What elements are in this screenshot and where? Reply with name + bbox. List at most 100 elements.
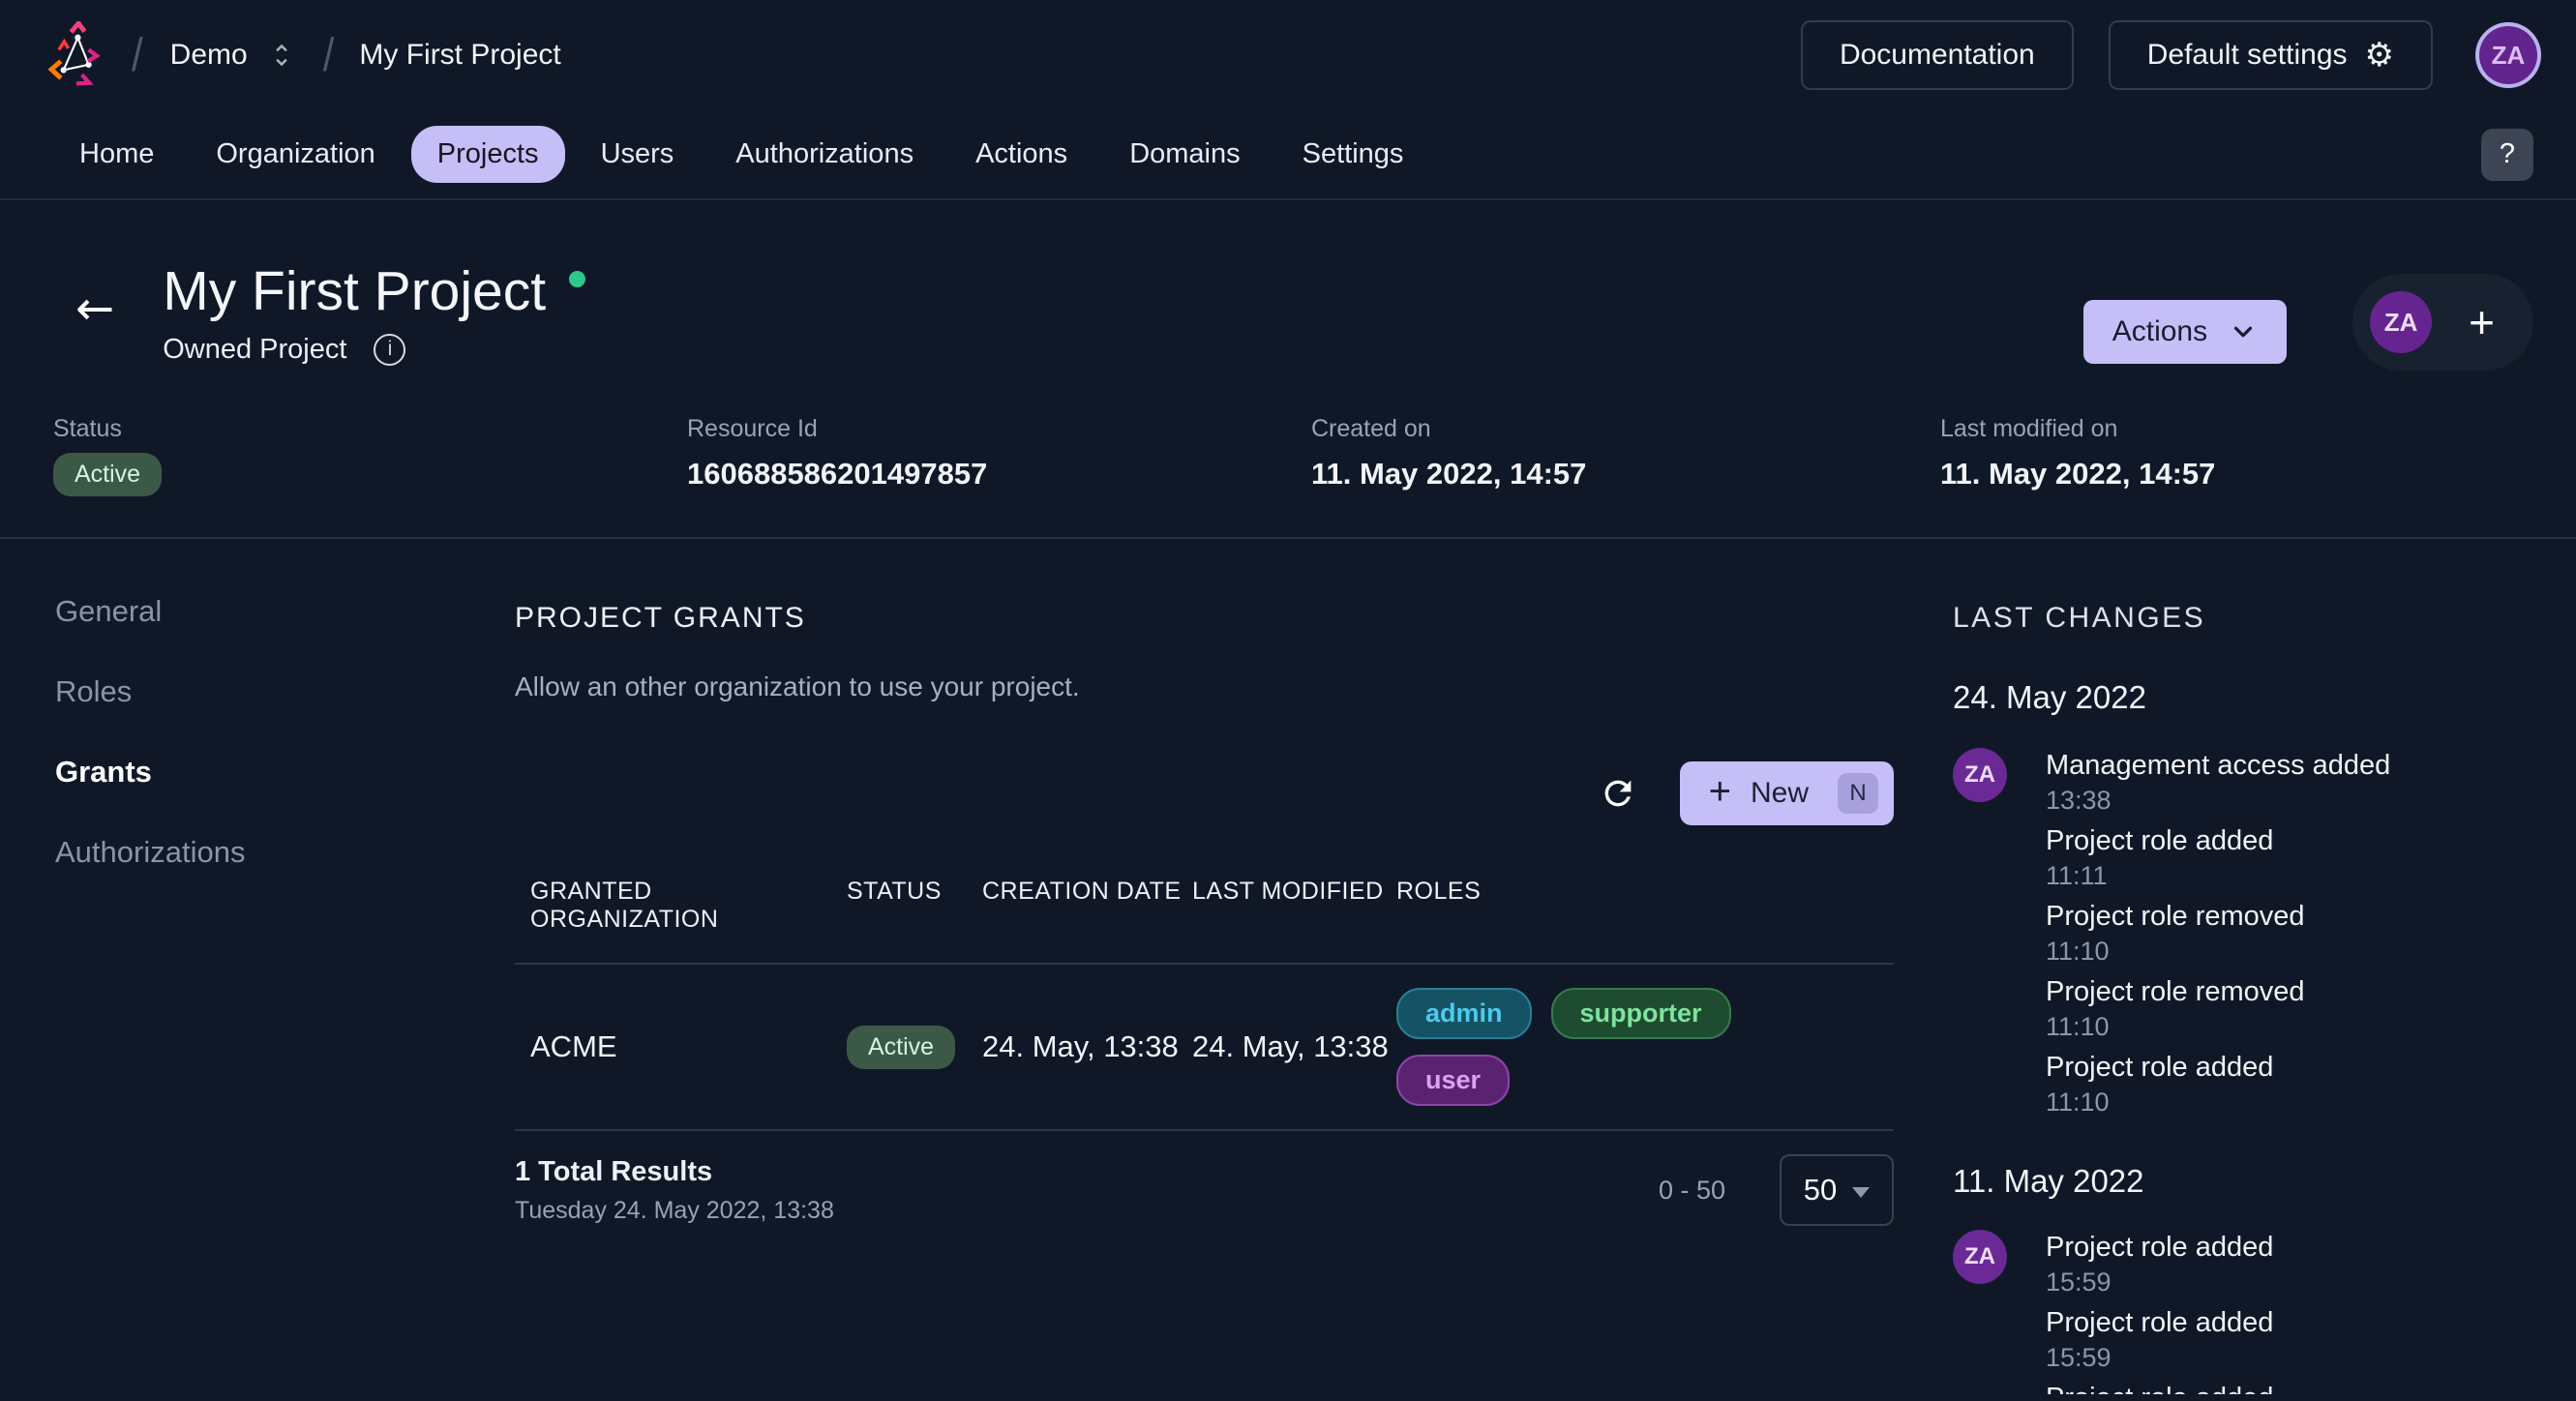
change-entry: Project role removed 11:10 [2046, 899, 2533, 967]
change-group-date: 24. May 2022 [1953, 678, 2533, 717]
grants-toolbar: + New N [515, 761, 1894, 825]
tab-users[interactable]: Users [575, 126, 701, 183]
tab-domains[interactable]: Domains [1103, 126, 1266, 183]
project-members-group: ZA + [2352, 274, 2533, 371]
sidenav-item-authorizations[interactable]: Authorizations [55, 834, 245, 871]
cell-roles: admin supporter user [1396, 988, 1812, 1106]
table-footer: 1 Total Results Tuesday 24. May 2022, 13… [515, 1154, 1894, 1226]
change-entry: Management access added 13:38 [2046, 748, 2533, 816]
topbar-actions: Documentation Default settings ⚙ ZA [1801, 20, 2537, 90]
table-header: GRANTED ORGANIZATION STATUS CREATION DAT… [515, 860, 1894, 965]
actions-dropdown-button[interactable]: Actions [2083, 300, 2287, 364]
col-roles: ROLES [1396, 878, 1894, 934]
refresh-button[interactable] [1599, 774, 1637, 813]
tab-settings[interactable]: Settings [1276, 126, 1430, 183]
change-entry: Project role removed 11:10 [2046, 974, 2533, 1042]
page-size-select[interactable]: 50 [1780, 1154, 1894, 1226]
results-timestamp: Tuesday 24. May 2022, 13:38 [515, 1197, 834, 1225]
grants-heading: PROJECT GRANTS [515, 601, 1894, 636]
caret-down-icon [1852, 1187, 1870, 1198]
plus-icon: + [1709, 770, 1731, 814]
tab-home[interactable]: Home [53, 126, 180, 183]
change-group: ZA Management access added 13:38 Project… [1953, 748, 2533, 1125]
title-block: My First Project Owned Project i [163, 260, 585, 366]
grants-table: GRANTED ORGANIZATION STATUS CREATION DAT… [515, 860, 1894, 1131]
page-subtitle: Owned Project [163, 334, 346, 366]
status-label: Status [53, 415, 687, 443]
sidenav-item-grants[interactable]: Grants [55, 754, 245, 790]
change-entry: Project role added 15:59 [2046, 1305, 2533, 1373]
zitadel-logo[interactable] [43, 21, 110, 89]
main-nav: Home Organization Projects Users Authori… [0, 110, 2576, 200]
modified-value: 11. May 2022, 14:57 [1940, 457, 2533, 492]
change-group: ZA Project role added 15:59 Project role… [1953, 1230, 2533, 1394]
cell-creation-date: 24. May, 13:38 [982, 1029, 1192, 1064]
total-results: 1 Total Results [515, 1156, 834, 1188]
documentation-button[interactable]: Documentation [1801, 20, 2074, 90]
tab-organization[interactable]: Organization [190, 126, 401, 183]
member-avatar[interactable]: ZA [2370, 291, 2432, 353]
back-button[interactable]: ← [75, 285, 114, 332]
org-name: Demo [170, 39, 248, 72]
status-badge: Active [53, 453, 162, 496]
active-status-dot [569, 271, 585, 287]
sidenav-item-general[interactable]: General [55, 593, 245, 630]
content-area: General Roles Grants Authorizations PROJ… [0, 539, 2576, 1394]
unfold-more-icon [267, 41, 296, 70]
last-changes-panel: LAST CHANGES 24. May 2022 ZA Management … [1953, 601, 2533, 1394]
cell-last-modified: 24. May, 13:38 [1192, 1029, 1396, 1064]
col-last-modified: LAST MODIFIED [1192, 878, 1396, 934]
status-badge: Active [847, 1026, 955, 1069]
plus-icon: + [2469, 297, 2495, 347]
resource-id-value: 160688586201497857 [687, 457, 1311, 492]
top-header: / Demo / My First Project Documentation … [0, 0, 2576, 110]
org-switcher[interactable]: Demo [165, 39, 302, 72]
gear-icon: ⚙ [2365, 39, 2394, 72]
keyboard-shortcut-badge: N [1838, 773, 1878, 814]
page-title: My First Project [163, 260, 585, 324]
user-avatar[interactable]: ZA [2479, 26, 2537, 84]
avatar: ZA [1953, 748, 2007, 802]
tab-projects[interactable]: Projects [411, 126, 565, 183]
col-status: STATUS [847, 878, 982, 934]
avatar: ZA [1953, 1230, 2007, 1284]
sidenav-item-roles[interactable]: Roles [55, 673, 245, 710]
col-granted-organization: GRANTED ORGANIZATION [530, 878, 847, 934]
meta-resource-id: Resource Id 160688586201497857 [687, 415, 1311, 496]
meta-modified: Last modified on 11. May 2022, 14:57 [1940, 415, 2533, 496]
project-meta: Status Active Resource Id 16068858620149… [0, 371, 2576, 537]
change-entry: Project role added 11:11 [2046, 823, 2533, 891]
cell-organization: ACME [530, 1029, 847, 1064]
tab-actions[interactable]: Actions [949, 126, 1093, 183]
meta-created: Created on 11. May 2022, 14:57 [1311, 415, 1940, 496]
grants-description: Allow an other organization to use your … [515, 671, 1894, 703]
breadcrumb-project[interactable]: My First Project [359, 39, 560, 72]
default-settings-button[interactable]: Default settings ⚙ [2109, 20, 2433, 90]
help-button[interactable]: ? [2481, 129, 2533, 181]
last-changes-heading: LAST CHANGES [1953, 601, 2533, 636]
grants-section: PROJECT GRANTS Allow an other organizati… [515, 601, 1894, 1226]
role-chip-user: user [1396, 1055, 1510, 1106]
change-entry: Project role added [2046, 1381, 2533, 1394]
page-header: ← My First Project Owned Project i Actio… [0, 200, 2576, 371]
col-creation-date: CREATION DATE [982, 878, 1192, 934]
refresh-icon [1599, 774, 1637, 813]
created-value: 11. May 2022, 14:57 [1311, 457, 1940, 492]
add-member-button[interactable]: + [2469, 300, 2495, 344]
role-chip-admin: admin [1396, 988, 1532, 1039]
chevron-down-icon [2229, 317, 2258, 346]
pagination-range: 0 - 50 [1659, 1176, 1725, 1206]
change-entry: Project role added 15:59 [2046, 1230, 2533, 1297]
role-chip-supporter: supporter [1551, 988, 1731, 1039]
breadcrumb-separator: / [132, 28, 143, 81]
breadcrumb-separator: / [323, 28, 335, 81]
tab-authorizations[interactable]: Authorizations [709, 126, 940, 183]
table-row[interactable]: ACME Active 24. May, 13:38 24. May, 13:3… [515, 965, 1894, 1131]
change-group-date: 11. May 2022 [1953, 1162, 2533, 1201]
new-grant-button[interactable]: + New N [1680, 761, 1894, 825]
change-entry: Project role added 11:10 [2046, 1050, 2533, 1118]
back-arrow-icon: ← [75, 282, 114, 336]
project-sidenav: General Roles Grants Authorizations [55, 593, 245, 871]
meta-status: Status Active [53, 415, 687, 496]
info-icon[interactable]: i [374, 334, 405, 366]
